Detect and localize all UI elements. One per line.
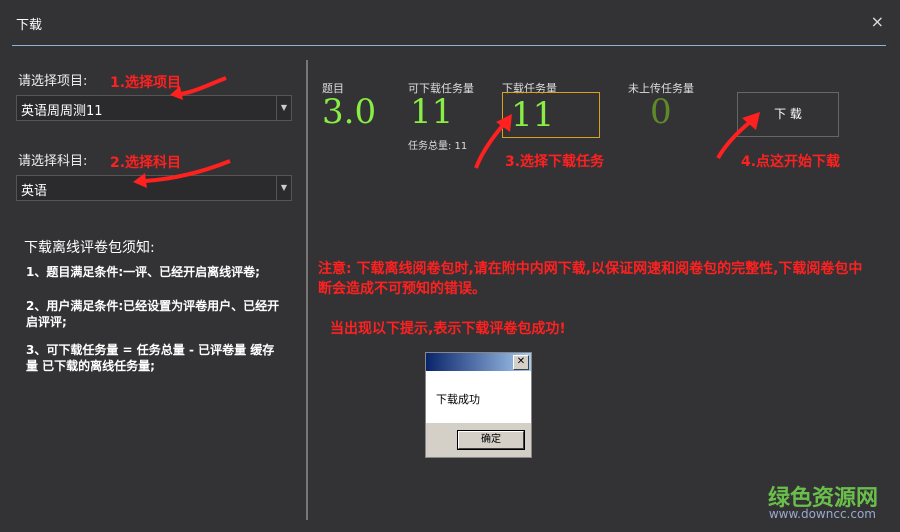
watermark-url: www.downcc.com xyxy=(768,507,876,521)
chevron-down-icon[interactable]: ▼ xyxy=(276,176,291,200)
notice-item: 3、可下载任务量 = 任务总量 - 已评卷量 缓存量 已下载的离线任务量; xyxy=(26,343,275,373)
available-tasks-value: 11 xyxy=(410,92,454,132)
ok-button[interactable]: 确定 xyxy=(457,430,525,450)
notice-item: 2、用户满足条件:已经设置为评卷用户、已经开启评评; xyxy=(26,299,280,329)
hint-start-download: 4.点这开始下载 xyxy=(741,154,841,170)
title-bar: 下载 × xyxy=(0,0,900,46)
warning-message: 注意: 下载离线阅卷包时,请在附中内网下载,以保证网速和阅卷包的完整性,下载阅卷… xyxy=(318,261,863,297)
close-icon[interactable]: ✕ xyxy=(513,355,529,370)
chevron-down-icon[interactable]: ▼ xyxy=(276,96,291,120)
subject-select-value: 英语 xyxy=(21,184,48,199)
dialog-footer: 确定 xyxy=(426,423,531,457)
project-label: 请选择项目: xyxy=(18,74,88,89)
dialog-message: 下载成功 xyxy=(436,393,480,406)
success-dialog: ✕ 下载成功 确定 xyxy=(425,352,532,458)
notice-item: 1、题目满足条件:一评、已经开启离线评卷; xyxy=(26,265,260,279)
notice-title: 下载离线评卷包须知: xyxy=(24,240,155,256)
annotation-arrow-icon xyxy=(133,159,231,188)
close-icon[interactable]: × xyxy=(871,12,884,31)
dialog-title-bar: ✕ xyxy=(426,353,531,371)
title-divider xyxy=(12,45,886,46)
window-title: 下载 xyxy=(16,18,43,33)
annotation-arrow-icon xyxy=(170,76,227,100)
subject-label: 请选择科目: xyxy=(18,154,88,169)
panel-divider xyxy=(306,60,308,520)
success-prompt: 当出现以下提示,表示下载评卷包成功! xyxy=(330,321,566,337)
pending-upload-value: 0 xyxy=(650,92,672,132)
hint-select-download-tasks: 3.选择下载任务 xyxy=(505,154,605,170)
project-select-value: 英语周周测11 xyxy=(21,104,103,119)
question-value: 3.0 xyxy=(322,92,377,132)
total-tasks-text: 任务总量: 11 xyxy=(408,141,468,152)
